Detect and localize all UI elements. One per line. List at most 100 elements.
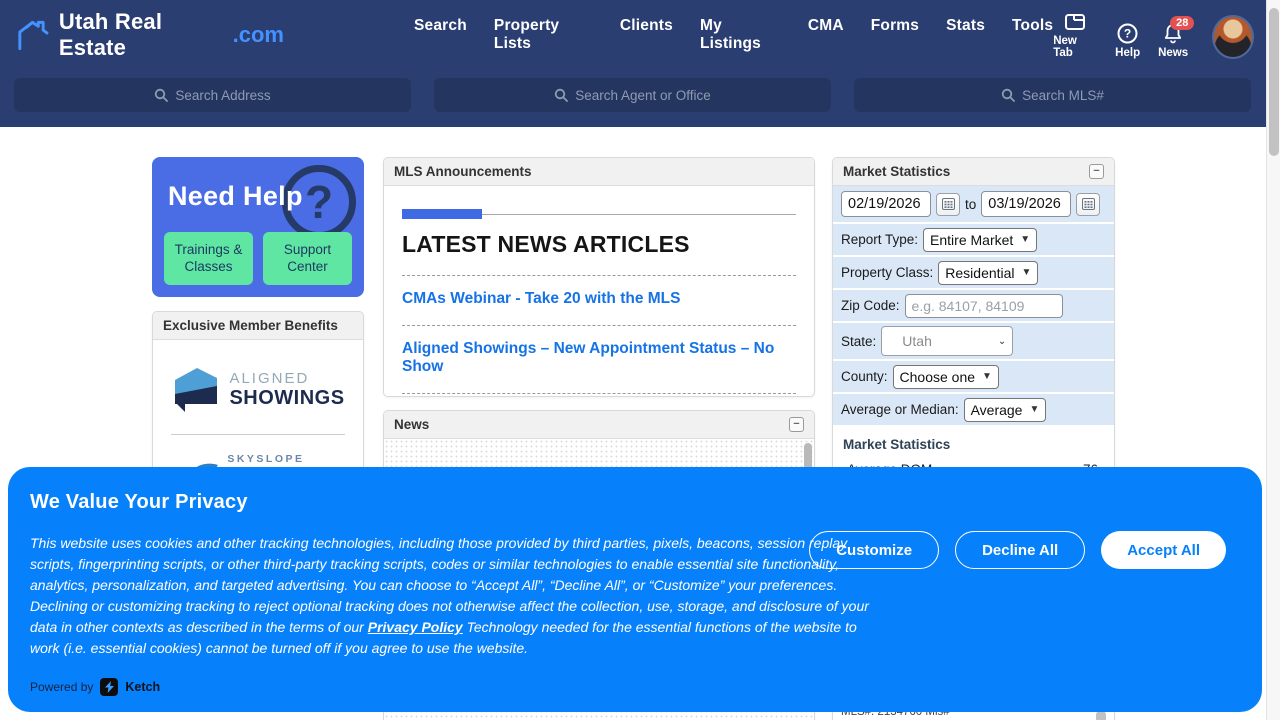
trainings-classes-button[interactable]: Trainings & Classes [164, 232, 253, 285]
market-stats-title: Market Statistics [843, 164, 950, 179]
average-median-row: Average or Median: Average▼ [833, 394, 1114, 425]
average-median-label: Average or Median: [841, 402, 959, 417]
state-select[interactable]: Utah⌄ [881, 326, 1013, 356]
aligned-text: ALIGNED [229, 370, 344, 387]
news-badge: 28 [1170, 16, 1194, 30]
svg-text:?: ? [1124, 26, 1131, 40]
property-class-select[interactable]: Residential▼ [938, 261, 1038, 285]
powered-by[interactable]: Powered by Ketch [30, 678, 160, 696]
date-range-row: to [833, 186, 1114, 222]
top-header: Utah Real Estate .com Search Property Li… [0, 0, 1280, 127]
help-icon: ? [1117, 23, 1138, 44]
date-from-input[interactable] [841, 191, 931, 217]
state-row: State: Utah⌄ [833, 323, 1114, 359]
latest-news-heading: LATEST NEWS ARTICLES [402, 231, 796, 258]
zip-code-label: Zip Code: [841, 298, 900, 313]
main-nav: Search Property Lists Clients My Listing… [414, 17, 1053, 53]
page-scrollbar[interactable] [1266, 0, 1280, 720]
zip-code-input[interactable] [905, 294, 1063, 318]
search-address-input[interactable]: Search Address [14, 78, 411, 112]
nav-clients[interactable]: Clients [620, 17, 673, 53]
report-type-label: Report Type: [841, 232, 918, 247]
help-button[interactable]: ? Help [1115, 23, 1140, 59]
to-label: to [965, 197, 976, 212]
county-row: County: Choose one▼ [833, 361, 1114, 392]
powered-by-label: Powered by [30, 680, 93, 694]
county-label: County: [841, 369, 888, 384]
help-label: Help [1115, 47, 1140, 59]
stats-scrollbar-fragment[interactable] [1096, 711, 1106, 720]
dashed-divider [402, 275, 796, 276]
stats-section-title: Market Statistics [843, 437, 1104, 452]
search-mls-placeholder: Search MLS# [1022, 88, 1104, 103]
news-title: News [394, 417, 429, 432]
nav-tools[interactable]: Tools [1012, 17, 1053, 53]
search-agent-input[interactable]: Search Agent or Office [434, 78, 831, 112]
search-icon [554, 88, 568, 102]
logo-text: Utah Real Estate [59, 9, 231, 61]
customize-button[interactable]: Customize [809, 531, 939, 569]
question-mark-glyph: ? [305, 175, 333, 229]
benefits-title: Exclusive Member Benefits [163, 318, 338, 333]
article-link-cmas-webinar[interactable]: CMAs Webinar - Take 20 with the MLS [402, 290, 796, 308]
nav-forms[interactable]: Forms [871, 17, 919, 53]
skyslope-text: SKYSLOPE [227, 453, 326, 465]
need-help-card: ? Need Help Trainings & Classes Support … [152, 157, 364, 297]
header-actions: New Tab ? Help 28 News [1053, 12, 1254, 59]
report-type-select[interactable]: Entire Market▼ [923, 228, 1037, 252]
calendar-icon[interactable] [936, 193, 960, 216]
new-tab-label: New Tab [1053, 35, 1097, 59]
search-address-placeholder: Search Address [175, 88, 270, 103]
ketch-icon [100, 678, 118, 696]
property-class-row: Property Class: Residential▼ [833, 257, 1114, 288]
property-class-label: Property Class: [841, 265, 933, 280]
ketch-label: Ketch [125, 680, 160, 694]
announcements-title: MLS Announcements [394, 164, 532, 179]
need-help-title: Need Help [168, 181, 303, 212]
page: Utah Real Estate .com Search Property Li… [0, 0, 1280, 720]
search-icon [1001, 88, 1015, 102]
calendar-icon[interactable] [1076, 193, 1100, 216]
privacy-banner-title: We Value Your Privacy [30, 491, 248, 514]
zip-code-row: Zip Code: [833, 290, 1114, 321]
divider [171, 434, 345, 435]
support-center-button[interactable]: Support Center [263, 232, 352, 285]
new-tab-icon [1064, 12, 1086, 32]
dashed-divider [402, 393, 796, 394]
search-icon [154, 88, 168, 102]
news-label: News [1158, 47, 1188, 59]
aligned-showings-logo[interactable]: ALIGNED SHOWINGS [159, 350, 357, 430]
progress-bar [402, 209, 482, 219]
decline-all-button[interactable]: Decline All [955, 531, 1085, 569]
accept-all-button[interactable]: Accept All [1101, 531, 1226, 569]
showings-text: SHOWINGS [229, 387, 344, 410]
logo-suffix: .com [233, 22, 284, 48]
new-tab-button[interactable]: New Tab [1053, 12, 1097, 59]
mls-announcements-panel: MLS Announcements LATEST NEWS ARTICLES C… [383, 157, 815, 397]
cookie-consent-banner: We Value Your Privacy This website uses … [8, 467, 1262, 712]
nav-my-listings[interactable]: My Listings [700, 17, 781, 53]
search-agent-placeholder: Search Agent or Office [575, 88, 711, 103]
user-avatar[interactable] [1212, 15, 1254, 59]
privacy-banner-text: This website uses cookies and other trac… [30, 533, 882, 659]
county-select[interactable]: Choose one▼ [893, 365, 999, 389]
privacy-policy-link[interactable]: Privacy Policy [368, 619, 463, 635]
collapse-icon[interactable]: − [1089, 164, 1104, 179]
house-icon [14, 17, 53, 53]
nav-cma[interactable]: CMA [808, 17, 844, 53]
progress-track [402, 214, 796, 215]
article-link-aligned-showings[interactable]: Aligned Showings – New Appointment Statu… [402, 340, 796, 376]
aligned-showings-icon [171, 364, 221, 416]
average-median-select[interactable]: Average▼ [964, 398, 1047, 422]
news-button[interactable]: 28 News [1158, 23, 1188, 59]
nav-property-lists[interactable]: Property Lists [494, 17, 593, 53]
state-label: State: [841, 334, 876, 349]
site-logo[interactable]: Utah Real Estate .com [14, 9, 284, 61]
date-to-input[interactable] [981, 191, 1071, 217]
collapse-icon[interactable]: − [789, 417, 804, 432]
nav-stats[interactable]: Stats [946, 17, 985, 53]
search-mls-input[interactable]: Search MLS# [854, 78, 1251, 112]
dashed-divider [402, 325, 796, 326]
nav-search[interactable]: Search [414, 17, 467, 53]
page-scrollbar-thumb[interactable] [1269, 8, 1279, 156]
